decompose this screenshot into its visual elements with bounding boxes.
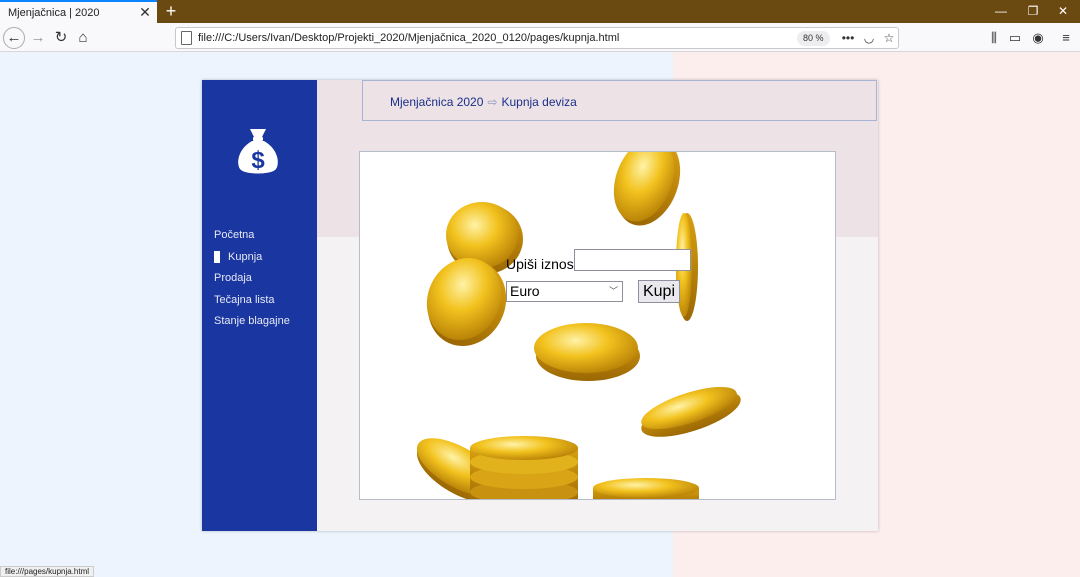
nav-bar: ← → ↻ ⌂ file:///C:/Users/Ivan/Desktop/Pr… [0,23,1080,52]
coin-top-center [613,152,681,226]
sidebar-item-prodaja[interactable]: Prodaja [214,271,290,293]
library-icon[interactable]: ⫼ [985,29,1003,47]
breadcrumb: Mjenjačnica 2020 ⇨ Kupnja deviza [362,80,877,121]
money-bag-icon: $ [238,129,278,174]
close-window-icon[interactable]: ✕ [1046,0,1080,23]
buy-button[interactable]: Kupi [638,280,680,303]
tab-title: Mjenjačnica | 2020 [8,7,100,19]
zoom-badge[interactable]: 80 % [797,31,830,46]
coin-stack-center [470,436,578,499]
back-icon[interactable]: ← [3,27,25,49]
forward-icon[interactable]: → [27,27,49,49]
amount-input[interactable] [574,249,691,271]
restore-icon[interactable]: ❐ [1016,0,1050,23]
breadcrumb-arrow-icon: ⇨ [487,95,498,109]
gold-coins-illustration [416,152,741,499]
minimize-icon[interactable]: — [984,0,1018,23]
currency-select[interactable]: Euro ﹀ [506,281,623,302]
currency-selected-value: Euro [510,283,540,299]
page-viewport: $ Početna Kupnja Prodaja Tečajna lista S… [0,52,1080,577]
close-tab-icon[interactable]: ✕ [137,4,153,20]
svg-text:$: $ [251,147,265,174]
sidebar-item-stanje-blagajne[interactable]: Stanje blagajne [214,314,290,336]
new-tab-icon[interactable]: + [162,1,180,21]
browser-tab[interactable]: Mjenjačnica | 2020 ✕ [0,0,157,23]
title-bar: Mjenjačnica | 2020 ✕ + — ❐ ✕ [0,0,1080,23]
bookmark-star-icon[interactable]: ☆ [881,30,897,46]
page-icon [181,31,192,45]
sidebar-icon[interactable]: ▭ [1006,29,1024,47]
account-icon[interactable]: ◉ [1029,29,1047,47]
main-card: $ Početna Kupnja Prodaja Tečajna lista S… [202,80,878,531]
chevron-down-icon: ﹀ [608,286,618,296]
coin-stack-right [593,478,699,499]
menu-icon[interactable]: ≡ [1057,29,1075,47]
coins-illustration-panel: Upiši iznos Euro ﹀ Kupi [359,151,836,500]
reload-icon[interactable]: ↻ [50,27,72,49]
sidebar-item-tecajna-lista[interactable]: Tečajna lista [214,293,290,315]
sidebar-menu: Početna Kupnja Prodaja Tečajna lista Sta… [214,228,290,336]
url-text[interactable]: file:///C:/Users/Ivan/Desktop/Projekti_2… [198,32,619,44]
page-actions-icon[interactable]: ••• [840,30,856,46]
url-bar[interactable]: file:///C:/Users/Ivan/Desktop/Projekti_2… [175,27,899,49]
amount-label: Upiši iznos [506,256,574,272]
home-icon[interactable]: ⌂ [72,27,94,49]
coin-center [534,323,640,381]
status-bar-url: file:///pages/kupnja.html [0,566,95,577]
sidebar: $ Početna Kupnja Prodaja Tečajna lista S… [202,80,317,531]
breadcrumb-current: Kupnja deviza [501,95,577,109]
sidebar-item-pocetna[interactable]: Početna [214,228,290,250]
coin-lower-right [641,386,741,437]
breadcrumb-home[interactable]: Mjenjačnica 2020 [390,95,483,109]
sidebar-item-kupnja[interactable]: Kupnja [214,250,290,272]
pocket-icon[interactable]: ◡ [861,30,877,46]
